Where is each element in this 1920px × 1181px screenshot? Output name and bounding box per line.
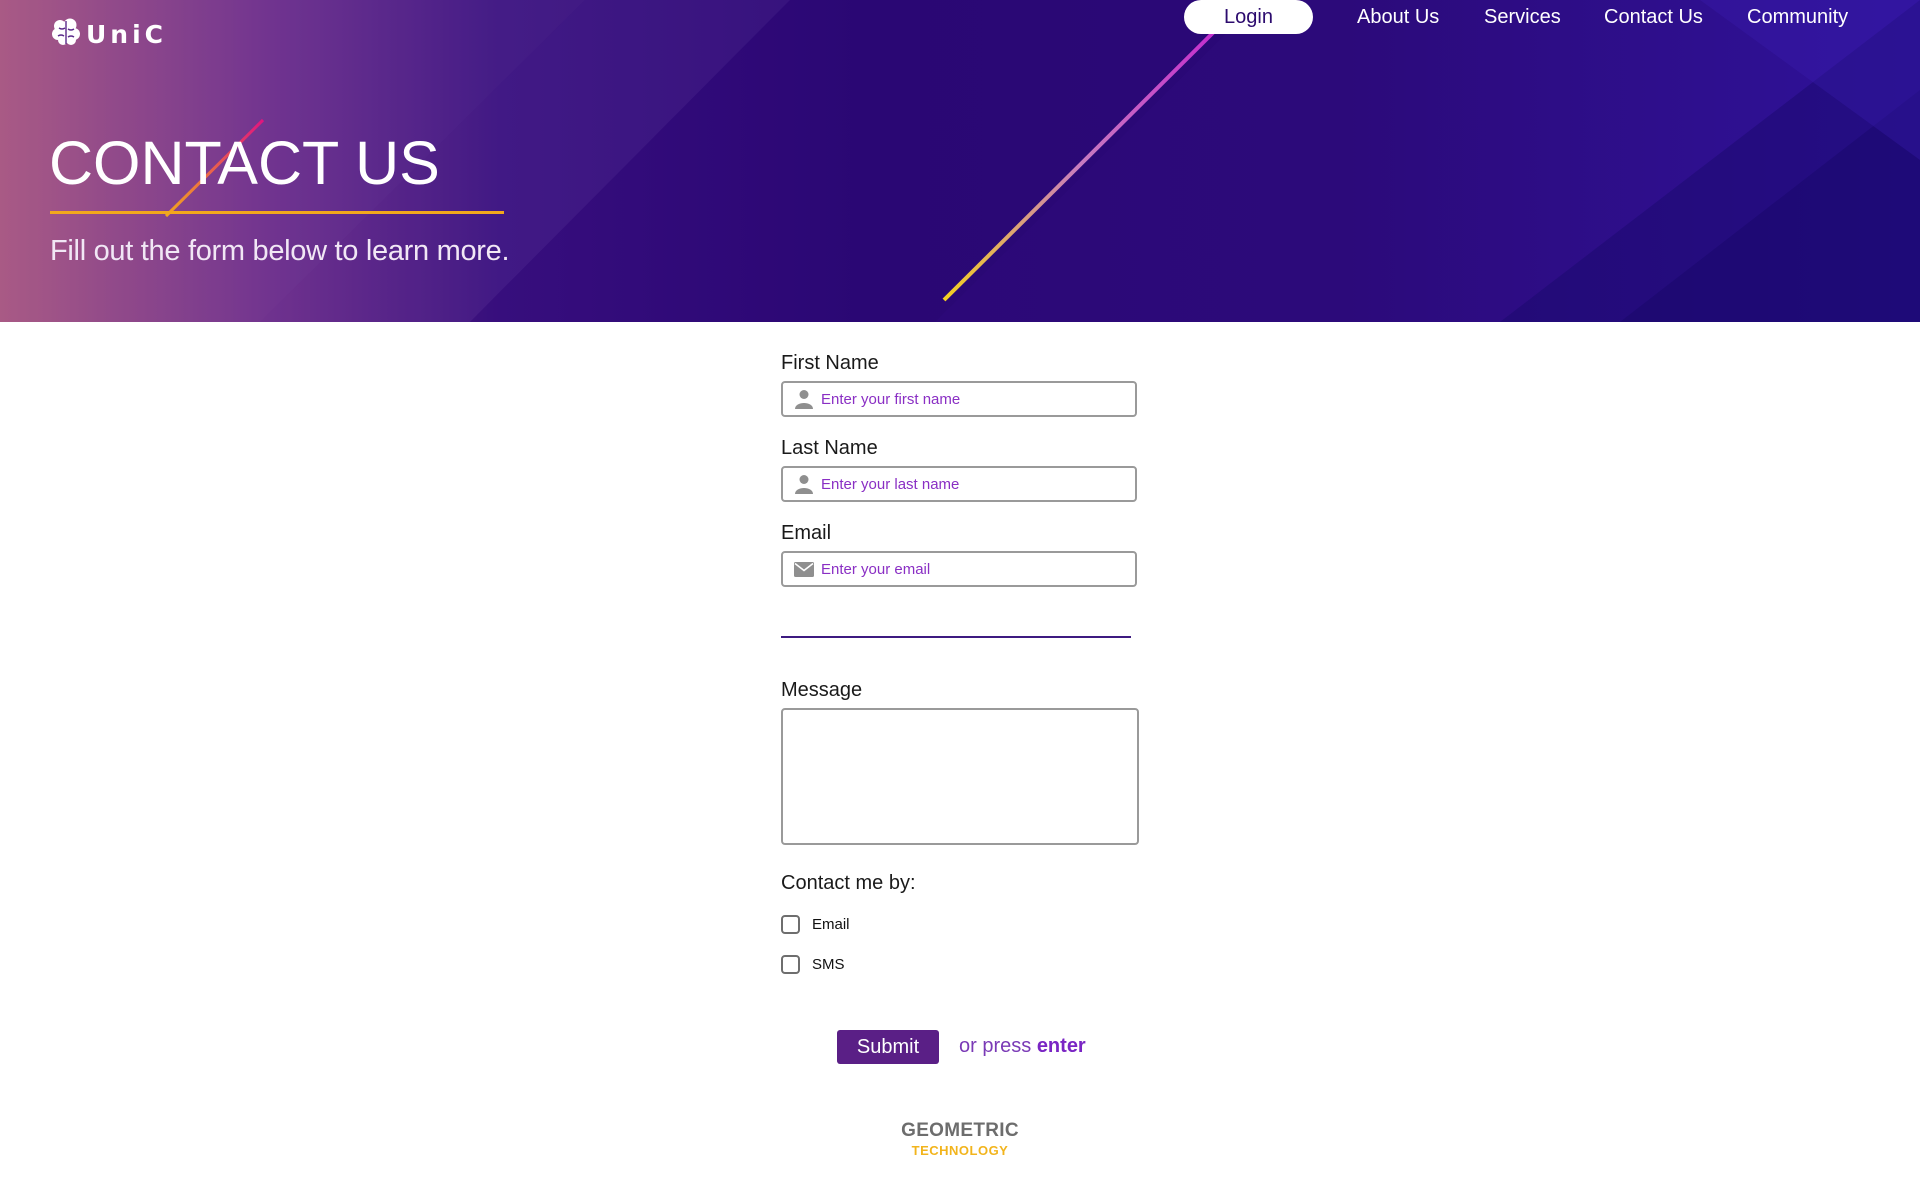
- person-icon: [791, 389, 817, 409]
- contact-method-label: Contact me by:: [781, 872, 916, 894]
- hero-banner: UniC Login About Us Services Contact Us …: [0, 0, 1920, 322]
- first-name-field[interactable]: [781, 381, 1137, 417]
- contact-option-email[interactable]: Email: [781, 915, 850, 934]
- page-title: CONTACT US: [49, 129, 440, 197]
- press-enter-hint: or press enter: [959, 1035, 1086, 1058]
- email-checkbox[interactable]: [781, 915, 800, 934]
- first-name-label: First Name: [781, 352, 879, 374]
- person-icon: [791, 474, 817, 494]
- message-textarea[interactable]: [781, 708, 1139, 845]
- brain-logo-icon: [50, 17, 82, 52]
- contact-option-sms[interactable]: SMS: [781, 955, 845, 974]
- first-name-input[interactable]: [821, 383, 1135, 415]
- brand-logo[interactable]: UniC: [50, 17, 168, 52]
- press-hint-prefix: or press: [959, 1035, 1032, 1057]
- press-hint-key: enter: [1036, 1035, 1086, 1057]
- sms-checkbox-label: SMS: [812, 956, 845, 973]
- email-input[interactable]: [821, 553, 1135, 585]
- email-field[interactable]: [781, 551, 1137, 587]
- last-name-input[interactable]: [821, 468, 1135, 500]
- email-checkbox-label: Email: [812, 916, 850, 933]
- last-name-label: Last Name: [781, 437, 878, 459]
- email-label: Email: [781, 522, 832, 544]
- form-divider: [781, 636, 1131, 638]
- submit-button[interactable]: Submit: [837, 1030, 939, 1064]
- message-label: Message: [781, 679, 863, 701]
- title-underline: [50, 211, 504, 214]
- last-name-field[interactable]: [781, 466, 1137, 502]
- footer-logo-line1: GEOMETRIC: [901, 1120, 1019, 1141]
- footer-logo: GEOMETRIC TECHNOLOGY: [860, 1120, 1060, 1158]
- nav-community[interactable]: Community: [1747, 0, 1848, 34]
- nav-contact-us[interactable]: Contact Us: [1604, 0, 1703, 34]
- page-subtitle: Fill out the form below to learn more.: [50, 235, 510, 267]
- brand-name: UniC: [86, 19, 168, 49]
- nav-about-us[interactable]: About Us: [1357, 0, 1439, 34]
- sms-checkbox[interactable]: [781, 955, 800, 974]
- nav-services[interactable]: Services: [1484, 0, 1561, 34]
- login-button[interactable]: Login: [1184, 0, 1313, 34]
- envelope-icon: [791, 559, 817, 579]
- footer-logo-line2: TECHNOLOGY: [911, 1143, 1009, 1158]
